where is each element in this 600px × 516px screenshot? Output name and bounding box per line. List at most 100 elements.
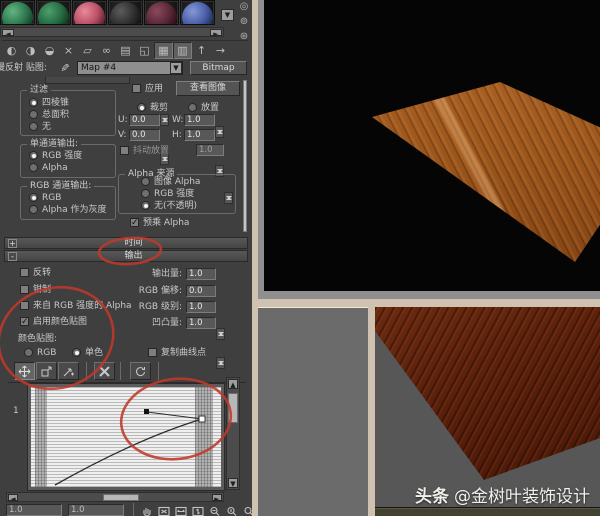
go-forward-to-sibling-icon[interactable]: → — [211, 42, 230, 59]
premultiplied-alpha-checkbox[interactable]: 预乘 Alpha — [130, 218, 189, 229]
sample-slot-2[interactable] — [36, 0, 71, 25]
curve-end-point[interactable] — [198, 415, 206, 423]
curve-vscroll-up-icon[interactable]: ▲ — [228, 379, 238, 389]
crop-radio[interactable]: 裁剪 — [137, 103, 168, 114]
move-point-icon[interactable] — [14, 362, 35, 380]
sample-slot-3[interactable] — [72, 0, 107, 25]
show-map-in-viewport-icon[interactable]: ▦ — [154, 42, 173, 59]
u-spinner[interactable] — [160, 114, 169, 126]
put-to-library-icon[interactable]: ▤ — [116, 42, 135, 59]
filter-radio-pyramidal[interactable]: 四棱锥 — [29, 98, 69, 109]
copy-curve-points-checkbox[interactable]: 复制曲线点 — [148, 348, 206, 359]
make-material-copy-icon[interactable]: ▱ — [78, 42, 97, 59]
curve-handle-point[interactable] — [144, 409, 149, 414]
v-field[interactable]: 0.0 — [129, 129, 160, 141]
curve-graph[interactable] — [28, 384, 224, 490]
rgb-out-radio-rgb[interactable]: RGB — [29, 193, 61, 204]
alpha-from-rgb-intensity-checkbox[interactable]: 来自 RGB 强度的 Alpha — [20, 301, 132, 312]
put-material-to-scene-icon[interactable]: ◑ — [21, 42, 40, 59]
filter-radio-none[interactable]: 无 — [29, 122, 51, 133]
alpha-source-radio-rgb-intensity[interactable]: RGB 强度 — [141, 189, 194, 200]
curve-vscroll-down-icon[interactable]: ▼ — [228, 478, 238, 488]
zoom-value-extents-icon[interactable] — [190, 503, 206, 516]
output-amount-field[interactable]: 1.0 — [186, 268, 216, 280]
place-radio[interactable]: 放置 — [188, 103, 219, 114]
rgb-offset-field[interactable]: 0.0 — [186, 285, 216, 297]
map-name-dropdown[interactable]: Map #4 — [77, 61, 183, 75]
curve-vscrollbar[interactable]: ▲ ▼ — [226, 377, 240, 490]
curve-row-label: 1 — [13, 406, 19, 416]
apply-checkbox[interactable]: 应用 — [132, 84, 163, 95]
jitter-field[interactable]: 1.0 — [196, 144, 224, 156]
alpha-source-group: Alpha 来源 图像 Alpha RGB 强度 无(不透明) — [118, 169, 236, 214]
rollout-time-expand-icon[interactable]: + — [8, 238, 17, 248]
output-amount-spinner[interactable] — [216, 328, 225, 340]
slot-scroll-left-icon[interactable]: ◄ — [2, 29, 14, 38]
zoom-vertical-icon[interactable] — [224, 503, 240, 516]
color-map-radio-rgb[interactable]: RGB — [24, 348, 56, 359]
h-field[interactable]: 1.0 — [184, 129, 215, 141]
go-to-parent-icon[interactable]: ↑ — [192, 42, 211, 59]
rgb-out-radio-alpha-as-gray[interactable]: Alpha 作为灰度 — [29, 205, 106, 216]
mono-radio-rgb-intensity[interactable]: RGB 强度 — [29, 151, 82, 162]
rollout-output[interactable]: - 输出 — [4, 250, 248, 262]
video-color-check-icon[interactable]: ⊚ — [237, 16, 251, 27]
u-field[interactable]: 0.0 — [129, 114, 160, 126]
map-type-button[interactable]: Bitmap — [190, 61, 247, 75]
zoom-horizontal-icon[interactable] — [207, 503, 223, 516]
curve-hscroll-thumb[interactable] — [103, 494, 139, 501]
view-image-button[interactable]: 查看图像 — [176, 81, 240, 96]
viewport-area: 头条 @金树叶装饰设计 — [252, 306, 600, 516]
jitter-placement-checkbox[interactable]: 抖动放置 — [120, 146, 169, 157]
curve-vscroll-thumb[interactable] — [228, 393, 238, 423]
w-field[interactable]: 1.0 — [184, 114, 215, 126]
clamp-checkbox[interactable]: 钳制 — [20, 285, 51, 296]
zoom-horizontal-extents-icon[interactable] — [173, 503, 189, 516]
alpha-source-radio-image-alpha[interactable]: 图像 Alpha — [141, 177, 200, 188]
sample-uv-tiling-icon[interactable]: ◎ — [237, 1, 251, 12]
rgb-level-field[interactable]: 1.0 — [186, 301, 216, 313]
sample-slot-6[interactable] — [180, 0, 215, 25]
scale-point-icon[interactable] — [36, 362, 57, 380]
get-material-icon[interactable]: ◐ — [2, 42, 21, 59]
make-unique-icon[interactable]: ∞ — [97, 42, 116, 59]
w-spinner[interactable] — [215, 126, 224, 138]
color-map-radio-mono[interactable]: 单色 — [72, 348, 103, 359]
curve-plot — [54, 409, 206, 486]
enable-color-map-checkbox[interactable]: 启用颜色贴图 — [20, 317, 87, 328]
map-name-dropdown-arrow-icon[interactable]: ▼ — [170, 62, 182, 74]
curve-x-value-field[interactable]: 1.0 — [6, 504, 62, 516]
sample-slot-1[interactable] — [0, 0, 35, 25]
pan-icon[interactable] — [139, 503, 155, 516]
curve-hscroll-right-icon[interactable]: ► — [212, 494, 222, 503]
invert-checkbox[interactable]: 反转 — [20, 268, 51, 279]
sample-slot-5[interactable] — [144, 0, 179, 25]
alpha-source-radio-none-opaque[interactable]: 无(不透明) — [141, 201, 197, 212]
curve-hscrollbar[interactable]: ◄ ► — [6, 492, 224, 503]
filter-radio-summed-area[interactable]: 总面积 — [29, 110, 69, 121]
filter-group-title: 过滤 — [27, 85, 52, 96]
material-editor-scrollbar[interactable] — [243, 80, 247, 232]
delete-point-icon[interactable] — [94, 362, 115, 380]
material-sphere-3 — [74, 2, 105, 24]
zoom-extents-icon[interactable] — [156, 503, 172, 516]
slot-scrollbar[interactable]: ◄ ► — [0, 27, 224, 38]
bump-amount-field[interactable]: 1.0 — [186, 317, 216, 329]
curve-hscroll-left-icon[interactable]: ◄ — [8, 494, 18, 503]
reset-map-icon[interactable]: × — [59, 42, 78, 59]
add-point-icon[interactable] — [58, 362, 79, 380]
eyedropper-icon[interactable]: ✎ — [58, 63, 71, 72]
assign-material-to-selection-icon[interactable]: ◒ — [40, 42, 59, 59]
curve-toolbar-separator-2 — [120, 362, 121, 380]
reset-curves-icon[interactable] — [130, 362, 151, 380]
show-end-result-icon[interactable]: ▥ — [173, 42, 192, 59]
sample-slot-4[interactable] — [108, 0, 143, 25]
rollout-time[interactable]: + 时间 — [4, 237, 248, 249]
color-map-title: 颜色贴图: — [18, 334, 58, 344]
slot-scroll-right-icon[interactable]: ► — [210, 29, 222, 38]
rollout-output-collapse-icon[interactable]: - — [8, 251, 17, 261]
slot-dropdown-button[interactable]: ▼ — [221, 9, 234, 21]
mono-radio-alpha[interactable]: Alpha — [29, 163, 68, 174]
material-id-channel-icon[interactable]: ◱ — [135, 42, 154, 59]
curve-y-value-field[interactable]: 1.0 — [68, 504, 124, 516]
